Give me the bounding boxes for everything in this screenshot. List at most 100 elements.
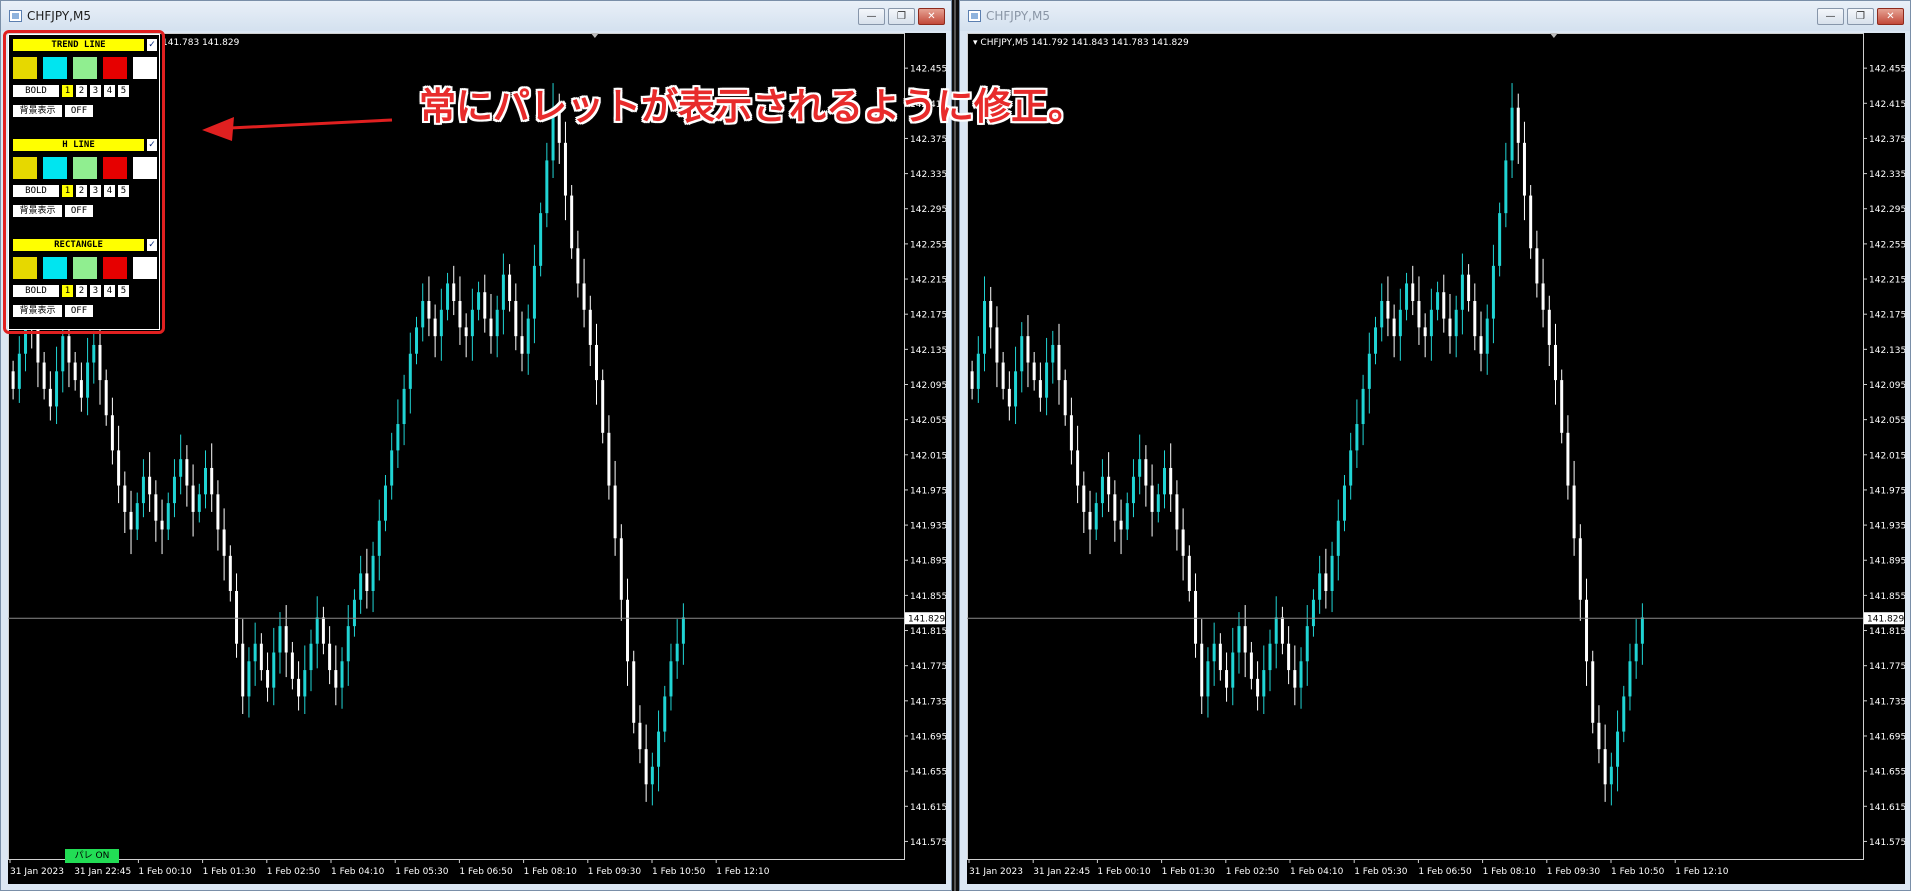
candle-body <box>253 643 257 662</box>
candle-body <box>669 661 673 697</box>
candle-body <box>1516 107 1520 143</box>
y-tick-label: 142.335 <box>910 170 946 180</box>
candle-body <box>259 643 263 671</box>
candle-body <box>148 476 152 495</box>
candle-body <box>92 344 96 363</box>
candle-body <box>172 476 176 504</box>
candle-body <box>570 195 574 249</box>
x-tick-label: 31 Jan 2023 <box>969 867 1023 877</box>
candle-body <box>532 265 536 319</box>
candle-body <box>1342 485 1346 521</box>
candle-body <box>1131 476 1135 504</box>
y-tick-label: 141.575 <box>1869 838 1905 848</box>
candle-body <box>1007 388 1011 407</box>
candle-body <box>1336 520 1340 556</box>
candle-body <box>1268 643 1272 671</box>
candle-body <box>1088 511 1092 530</box>
price-info-text: CHFJPY,M5 141.792 141.843 141.783 141.82… <box>980 38 1189 48</box>
candle-body <box>1001 362 1005 389</box>
shift-marker <box>590 33 599 38</box>
x-tick-label: 1 Feb 02:50 <box>1226 867 1280 877</box>
price-info: 141.783 141.829 <box>162 38 240 48</box>
dropdown-triangle-icon[interactable]: ▾ <box>973 38 978 48</box>
price-info: ▾ CHFJPY,M5 141.792 141.843 141.783 141.… <box>973 38 1189 48</box>
candle-body <box>638 722 642 750</box>
candle-body <box>508 274 512 302</box>
candle-body <box>1485 318 1489 354</box>
candle-body <box>514 301 518 337</box>
candle-body <box>179 459 183 477</box>
candle-body <box>1138 459 1142 477</box>
y-tick-label: 142.295 <box>1869 205 1905 215</box>
candle-body <box>216 494 220 530</box>
candle-body <box>284 626 288 653</box>
candle-body <box>1014 371 1018 407</box>
candle-body <box>73 362 77 381</box>
candle-body <box>1423 327 1427 337</box>
left-title-bar[interactable]: CHFJPY,M5 — ❐ ✕ <box>1 1 951 31</box>
candle-body <box>1237 626 1241 653</box>
candle-body <box>1566 432 1570 486</box>
candle-body <box>1206 661 1210 697</box>
candle-body <box>588 309 592 345</box>
candle-body <box>352 599 356 627</box>
candle-body <box>383 485 387 521</box>
y-tick-label: 141.815 <box>1869 627 1905 637</box>
candle-body <box>1249 652 1253 679</box>
candle-body <box>520 336 524 354</box>
candle-body <box>1256 678 1260 697</box>
candle-body <box>241 643 245 697</box>
candle-body <box>1144 459 1148 486</box>
candle-body <box>247 661 251 697</box>
candle-body <box>1150 485 1154 512</box>
y-tick-label: 141.735 <box>910 697 946 707</box>
x-tick-label: 1 Feb 00:10 <box>1097 867 1151 877</box>
candle-body <box>110 415 114 451</box>
right-chart-window: CHFJPY,M5 — ❐ ✕ 141.829 142.455 142.415 142… <box>959 0 1911 891</box>
x-tick-label: 1 Feb 08:10 <box>524 867 578 877</box>
candle-body <box>17 353 21 389</box>
y-tick-label: 141.655 <box>1869 768 1905 778</box>
x-tick-label: 31 Jan 22:45 <box>1033 867 1090 877</box>
candle-body <box>1603 749 1607 785</box>
candle-body <box>315 617 319 644</box>
candle-body <box>501 274 505 310</box>
price-chart[interactable]: 141.829 142.455 142.415 142.375 142.335 142.2… <box>967 33 1905 884</box>
y-tick-label: 141.895 <box>1869 557 1905 567</box>
candle-body <box>1311 599 1315 627</box>
candle-body <box>1541 283 1545 310</box>
x-tick-label: 1 Feb 04:10 <box>331 867 385 877</box>
minimize-button[interactable]: — <box>858 8 885 25</box>
shift-marker <box>1549 33 1558 38</box>
palette-toggle-button[interactable]: パレ ON <box>65 849 119 863</box>
current-price-label: 141.829 <box>1867 615 1904 625</box>
restore-button[interactable]: ❐ <box>888 8 915 25</box>
candle-body <box>1522 142 1526 196</box>
candle-body <box>539 213 543 266</box>
candle-body <box>1100 476 1104 504</box>
close-button[interactable]: ✕ <box>918 8 945 25</box>
candle-body <box>1479 336 1483 354</box>
candle-body <box>1082 485 1086 512</box>
candle-body <box>1640 617 1644 644</box>
candle-body <box>1274 617 1278 644</box>
y-tick-label: 142.015 <box>910 451 946 461</box>
candle-body <box>1069 415 1073 451</box>
candle-body <box>11 371 15 389</box>
window-divider[interactable] <box>952 0 959 891</box>
minimize-button[interactable]: — <box>1817 8 1844 25</box>
candle-body <box>1411 283 1415 302</box>
restore-button[interactable]: ❐ <box>1847 8 1874 25</box>
candle-body <box>594 344 598 381</box>
candle-body <box>1181 529 1185 556</box>
candle-body <box>266 670 270 688</box>
candle-body <box>303 670 307 697</box>
y-tick-label: 141.655 <box>910 768 946 778</box>
close-button[interactable]: ✕ <box>1877 8 1904 25</box>
candle-body <box>191 485 195 512</box>
candle-body <box>563 142 567 196</box>
candle-body <box>1262 670 1266 697</box>
candle-body <box>976 353 980 389</box>
right-title-bar[interactable]: CHFJPY,M5 — ❐ ✕ <box>960 1 1910 31</box>
candle-body <box>477 292 481 310</box>
